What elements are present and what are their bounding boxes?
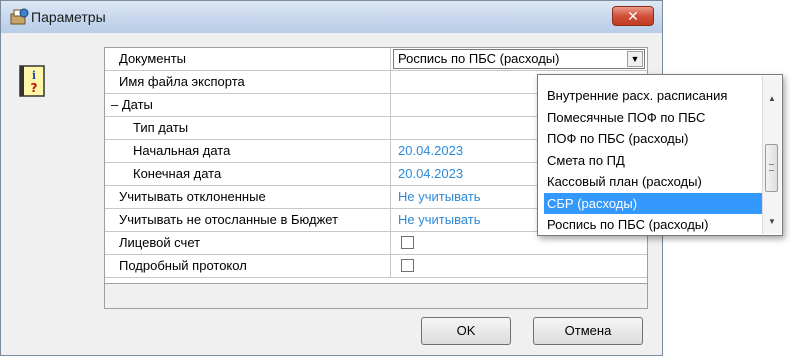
row-label: Имя файла экспорта — [105, 71, 391, 93]
dropdown-option[interactable]: Кассовый план (расходы) — [544, 171, 770, 193]
svg-text:?: ? — [31, 81, 38, 95]
row-label: Учитывать не отосланные в Бюджет — [105, 209, 391, 231]
dropdown-option[interactable]: СБР (расходы) — [544, 192, 770, 214]
params-icon — [10, 8, 29, 25]
dropdown-option[interactable]: Внутренние расх. расписания — [544, 85, 770, 107]
row-label: Учитывать отклоненные — [105, 186, 391, 208]
dropdown-scrollbar[interactable]: ▲ ▼ — [762, 76, 781, 234]
documents-dropdown-list[interactable]: Внутренние расх. расписания Помесячные П… — [537, 74, 783, 236]
close-button[interactable]: ✕ — [612, 6, 654, 26]
dropdown-option[interactable]: Смета по ПД — [544, 150, 770, 172]
cancel-button[interactable]: Отмена — [533, 317, 643, 345]
detailed-log-checkbox[interactable] — [401, 259, 414, 272]
row-label: Документы — [105, 48, 391, 70]
ok-button[interactable]: OK — [421, 317, 511, 345]
dropdown-option[interactable]: Помесячные ПОФ по ПБС — [544, 107, 770, 129]
row-label: Лицевой счет — [105, 232, 391, 254]
row-label: – Даты — [105, 94, 391, 116]
grip-icon — [769, 164, 774, 171]
grid-footer — [105, 283, 647, 308]
chevron-down-icon[interactable]: ▼ — [627, 51, 643, 67]
documents-combobox[interactable]: Роспись по ПБС (расходы) ▼ — [393, 49, 645, 69]
row-label: Конечная дата — [105, 163, 391, 185]
row-label: Начальная дата — [105, 140, 391, 162]
row-detailed-log[interactable]: Подробный протокол — [105, 255, 647, 278]
collapse-icon[interactable]: – — [111, 97, 118, 112]
combobox-value: Роспись по ПБС (расходы) — [398, 51, 560, 66]
scrollbar-thumb[interactable] — [765, 144, 778, 192]
arrow-up-icon[interactable]: ▲ — [763, 90, 781, 107]
row-label: Подробный протокол — [105, 255, 391, 277]
dropdown-option[interactable]: ПОФ по ПБС (расходы) — [544, 128, 770, 150]
personal-account-checkbox[interactable] — [401, 236, 414, 249]
row-documents[interactable]: Документы Роспись по ПБС (расходы) ▼ — [105, 48, 647, 71]
info-book-icon: i ? — [19, 65, 45, 97]
dropdown-options: Внутренние расх. расписания Помесячные П… — [544, 85, 770, 236]
arrow-down-icon[interactable]: ▼ — [763, 213, 781, 230]
title-bar[interactable]: Параметры ✕ — [1, 1, 662, 33]
dropdown-option[interactable]: Роспись по ПБС (расходы) — [544, 214, 770, 236]
group-label: Даты — [121, 97, 153, 112]
row-label: Тип даты — [105, 117, 391, 139]
row-value — [392, 255, 647, 277]
dialog-title: Параметры — [31, 9, 106, 25]
close-icon: ✕ — [627, 8, 639, 24]
